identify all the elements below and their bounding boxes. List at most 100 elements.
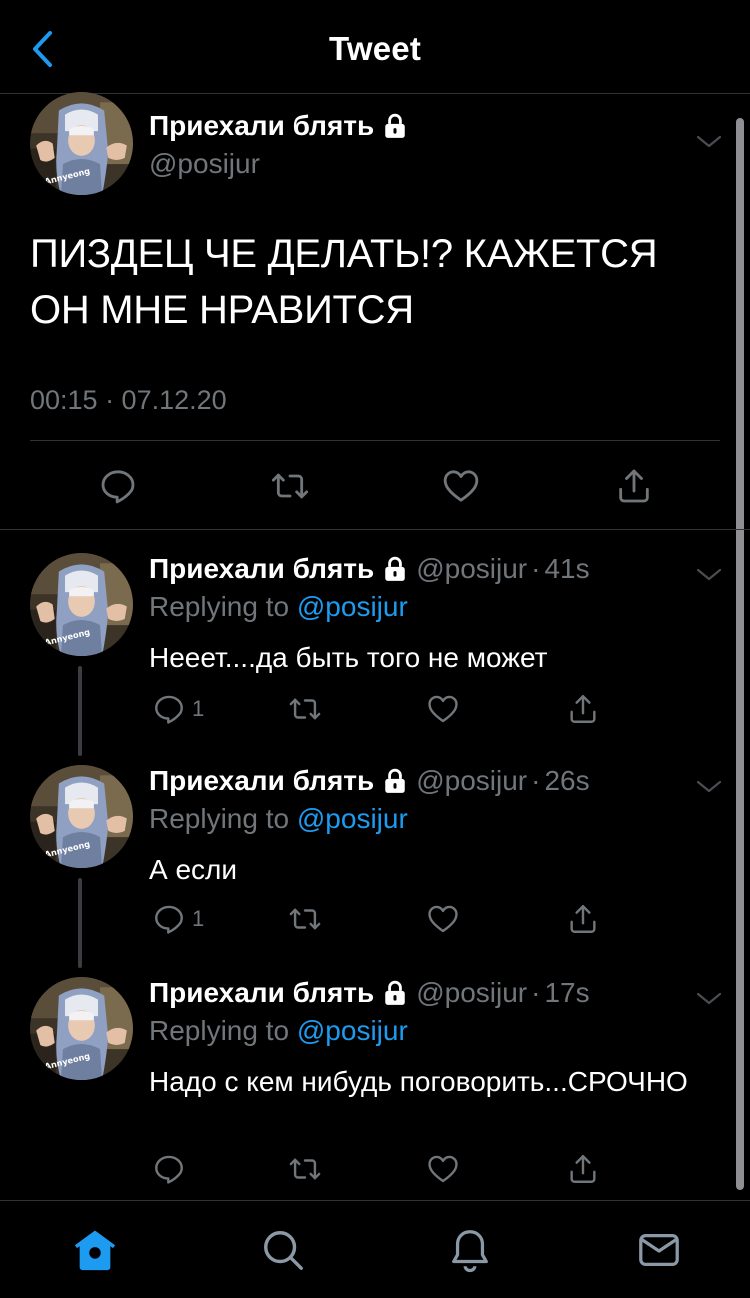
avatar[interactable]: Annyeong <box>30 553 133 656</box>
chevron-down-icon[interactable] <box>694 989 724 1009</box>
home-icon <box>74 1230 116 1271</box>
like-button[interactable] <box>426 1151 460 1187</box>
tab-search[interactable] <box>258 1225 308 1275</box>
page-title: Tweet <box>328 30 422 67</box>
share-button[interactable] <box>566 901 600 937</box>
top-nav-bar: Tweet <box>0 0 750 94</box>
separator: · <box>531 765 541 796</box>
reply-header: Приехали блять @posijur · 26s <box>149 765 590 797</box>
reply-header: Приехали блять @posijur · 41s <box>149 553 590 585</box>
notifications-icon <box>452 1230 488 1273</box>
replying-to-label: Replying to <box>149 1015 290 1046</box>
messages-icon <box>639 1233 679 1267</box>
replying-to: Replying to @posijur <box>149 591 408 623</box>
display-name[interactable]: Приехали блять <box>149 977 374 1009</box>
search-icon <box>264 1231 303 1270</box>
separator: · <box>531 977 541 1008</box>
replying-to: Replying to @posijur <box>149 1015 408 1047</box>
share-button[interactable] <box>566 1151 600 1187</box>
tab-home[interactable] <box>70 1225 120 1275</box>
reply-icon <box>152 692 186 726</box>
like-icon <box>441 466 481 506</box>
lock-icon <box>382 113 408 139</box>
avatar-image: Annyeong <box>30 92 133 195</box>
reply-text: А если <box>149 854 238 885</box>
like-icon <box>426 692 460 726</box>
reply-count: 1 <box>192 906 205 931</box>
tab-notifications[interactable] <box>445 1225 495 1275</box>
lock-icon <box>382 556 408 582</box>
chevron-down-icon[interactable] <box>694 132 724 152</box>
reply-actions: 1 <box>0 691 750 727</box>
display-name[interactable]: Приехали блять <box>149 110 408 142</box>
reply-button[interactable] <box>94 462 142 510</box>
like-button[interactable] <box>426 901 460 937</box>
divider <box>30 440 720 441</box>
bottom-tab-bar <box>0 1200 750 1298</box>
lock-icon <box>382 768 408 794</box>
display-name[interactable]: Приехали блять <box>149 553 374 585</box>
reply-icon <box>98 466 138 506</box>
like-icon <box>426 902 460 936</box>
retweet-icon <box>288 1152 322 1186</box>
replying-to-label: Replying to <box>149 591 290 622</box>
display-name[interactable]: Приехали блять <box>149 765 374 797</box>
tweet-screen: Tweet Annyeong Приехали блять @posijur П… <box>0 0 750 1298</box>
share-icon <box>566 902 600 936</box>
share-button[interactable] <box>610 462 658 510</box>
reply-text: Надо с кем нибудь поговорить...СРОЧНО <box>149 1066 688 1097</box>
tweet-actions <box>0 462 750 512</box>
chevron-down-icon[interactable] <box>694 565 724 585</box>
reply-time: 17s <box>544 977 590 1008</box>
replying-to-link[interactable]: @posijur <box>297 591 408 622</box>
reply-button[interactable]: 1 <box>152 691 204 727</box>
chevron-down-icon[interactable] <box>694 777 724 797</box>
tweet-text: ПИЗДЕЦ ЧЕ ДЕЛАТЬ!? КАЖЕТСЯ ОН МНЕ НРАВИТ… <box>30 232 658 332</box>
user-handle[interactable]: @posijur <box>416 765 527 797</box>
reply-time: 41s <box>544 553 590 584</box>
display-name-text: Приехали блять <box>149 110 375 141</box>
like-icon <box>426 1152 460 1186</box>
retweet-button[interactable] <box>288 901 322 937</box>
user-handle[interactable]: @posijur <box>416 553 527 585</box>
share-icon <box>566 1152 600 1186</box>
reply-icon <box>152 1152 186 1186</box>
lock-icon <box>382 980 408 1006</box>
avatar-image: Annyeong <box>30 553 133 656</box>
reply-button[interactable] <box>152 1151 192 1187</box>
reply-actions <box>0 1151 750 1187</box>
retweet-button[interactable] <box>288 691 322 727</box>
replying-to-label: Replying to <box>149 803 290 834</box>
reply-icon <box>152 902 186 936</box>
retweet-button[interactable] <box>266 462 314 510</box>
reply-count: 1 <box>192 696 205 721</box>
avatar[interactable]: Annyeong <box>30 92 133 195</box>
replying-to-link[interactable]: @posijur <box>297 1015 408 1046</box>
retweet-icon <box>288 902 322 936</box>
replying-to-link[interactable]: @posijur <box>297 803 408 834</box>
tweet-timestamp: 00:15 · 07.12.20 <box>30 385 227 415</box>
reply-header: Приехали блять @posijur · 17s <box>149 977 590 1009</box>
retweet-icon <box>288 692 322 726</box>
divider <box>0 529 750 530</box>
avatar-image: Annyeong <box>30 977 133 1080</box>
reply-time: 26s <box>544 765 590 796</box>
like-button[interactable] <box>426 691 460 727</box>
avatar[interactable]: Annyeong <box>30 765 133 868</box>
share-button[interactable] <box>566 691 600 727</box>
replying-to: Replying to @posijur <box>149 803 408 835</box>
user-handle[interactable]: @posijur <box>149 148 260 180</box>
reply-actions: 1 <box>0 901 750 937</box>
retweet-button[interactable] <box>288 1151 322 1187</box>
reply-button[interactable]: 1 <box>152 901 204 937</box>
avatar[interactable]: Annyeong <box>30 977 133 1080</box>
reply-text: Нееет....да быть того не может <box>149 642 548 673</box>
like-button[interactable] <box>437 462 485 510</box>
user-handle[interactable]: @posijur <box>416 977 527 1009</box>
separator: · <box>531 553 541 584</box>
scrollbar[interactable] <box>736 118 744 1190</box>
avatar-image: Annyeong <box>30 765 133 868</box>
share-icon <box>566 692 600 726</box>
retweet-icon <box>270 466 310 506</box>
tab-messages[interactable] <box>634 1225 684 1275</box>
